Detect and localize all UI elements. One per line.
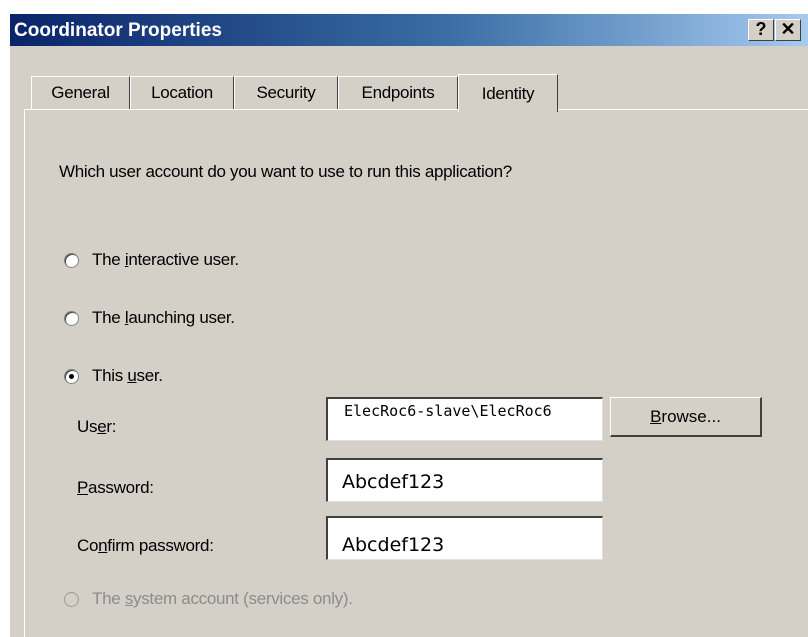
tab-label: Identity bbox=[481, 83, 535, 103]
radio-system-account bbox=[64, 592, 79, 607]
user-field-value: ElecRoc6-slave\ElecRoc6 bbox=[344, 402, 552, 420]
tab-label: Endpoints bbox=[361, 83, 435, 102]
this-user-label[interactable]: This user. bbox=[92, 366, 163, 386]
help-button[interactable]: ? bbox=[748, 19, 774, 41]
tab-label: Location bbox=[151, 83, 213, 102]
password-field[interactable]: Abcdef123 bbox=[326, 458, 603, 502]
properties-dialog: Coordinator Properties ? ✕ General Locat… bbox=[10, 14, 808, 637]
browse-button-label: Browse... bbox=[650, 406, 721, 426]
tab-location[interactable]: Location bbox=[130, 76, 234, 109]
launching-user-label[interactable]: The launching user. bbox=[92, 308, 235, 328]
tab-endpoints[interactable]: Endpoints bbox=[338, 76, 458, 109]
tab-label: General bbox=[51, 83, 110, 102]
tab-general[interactable]: General bbox=[31, 76, 130, 109]
identity-panel: Which user account do you want to use to… bbox=[24, 109, 808, 637]
tab-label: Security bbox=[256, 83, 316, 102]
tab-security[interactable]: Security bbox=[234, 76, 338, 109]
user-label: User: bbox=[77, 417, 117, 436]
radio-this-user[interactable] bbox=[64, 369, 79, 384]
dialog-title: Coordinator Properties bbox=[14, 20, 222, 41]
identity-question: Which user account do you want to use to… bbox=[59, 162, 512, 181]
confirm-password-label: Confirm password: bbox=[77, 536, 214, 555]
system-account-label: The system account (services only). bbox=[92, 589, 353, 608]
close-button[interactable]: ✕ bbox=[775, 19, 801, 41]
confirm-password-field-value: Abcdef123 bbox=[342, 534, 445, 556]
radio-interactive-user[interactable] bbox=[64, 253, 79, 268]
radio-launching-user[interactable] bbox=[64, 311, 79, 326]
password-field-value: Abcdef123 bbox=[342, 471, 445, 493]
tab-identity[interactable]: Identity bbox=[458, 74, 558, 112]
interactive-user-label[interactable]: The interactive user. bbox=[92, 250, 239, 270]
title-bar[interactable]: Coordinator Properties ? ✕ bbox=[10, 14, 808, 46]
password-label: Password: bbox=[77, 478, 154, 497]
user-field[interactable]: ElecRoc6-slave\ElecRoc6 bbox=[326, 397, 603, 441]
browse-button[interactable]: Browse... bbox=[610, 397, 762, 437]
confirm-password-field[interactable]: Abcdef123 bbox=[326, 516, 603, 560]
